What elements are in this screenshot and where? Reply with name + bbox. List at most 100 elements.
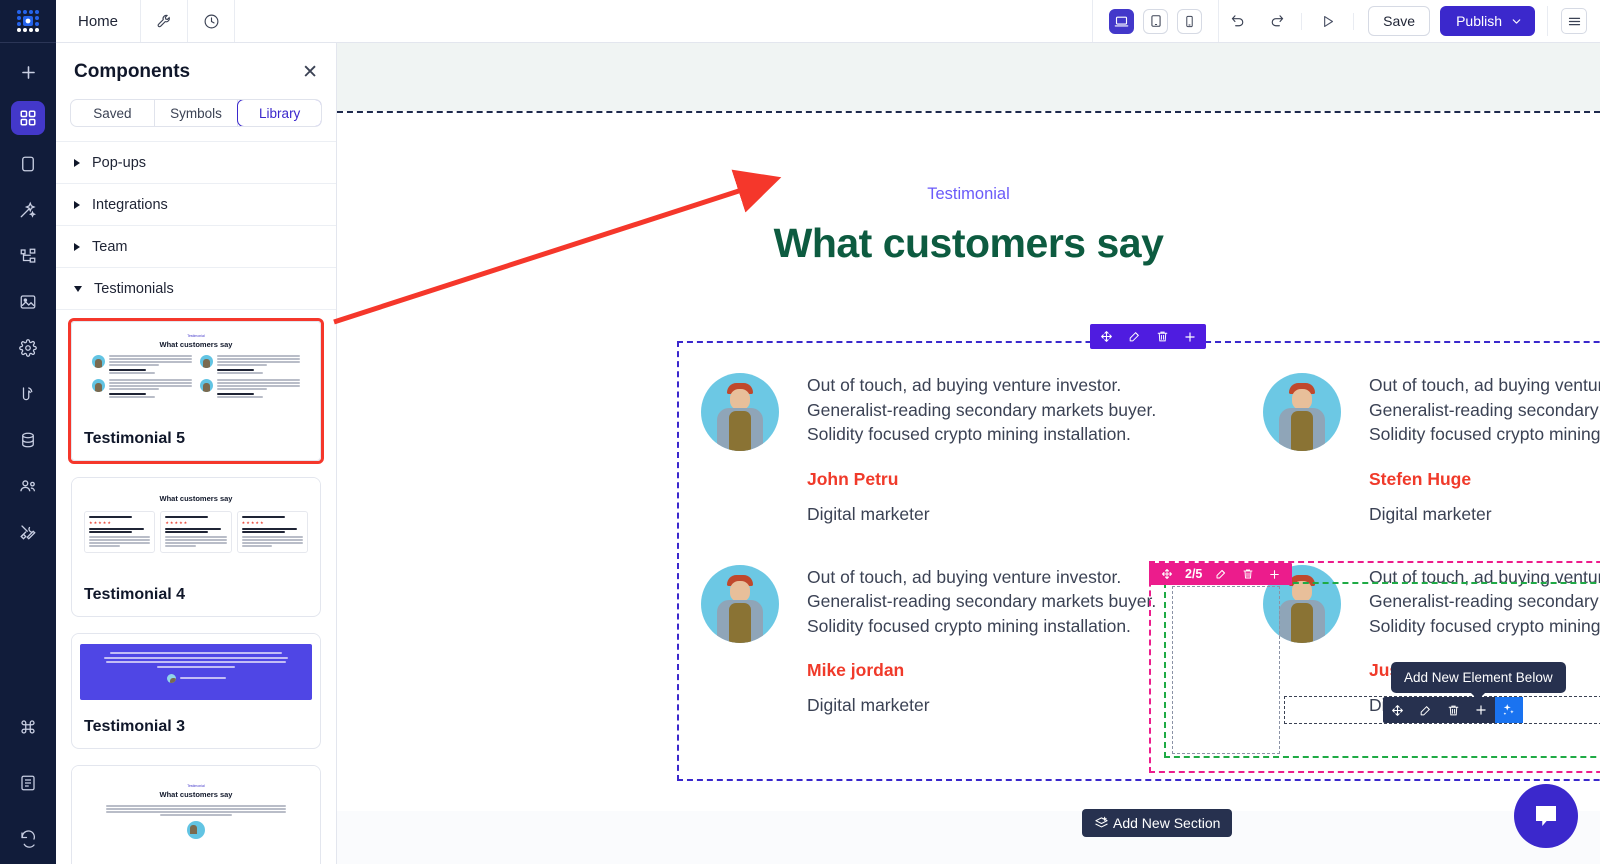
undo-icon[interactable] (1219, 13, 1257, 30)
category-testimonials[interactable]: Testimonials (56, 268, 336, 310)
category-label: Team (92, 238, 128, 255)
thumbnail-testimonial-2[interactable]: Testimonial What customers say Testimoni (68, 762, 324, 864)
clock-history-icon[interactable] (188, 0, 236, 42)
trash-icon[interactable] (1234, 563, 1261, 585)
chevron-right-icon (74, 200, 80, 209)
hamburger-menu-icon[interactable] (1548, 8, 1600, 34)
components-panel: Components ✕ Saved Symbols Library Pop-u… (56, 43, 337, 864)
rail-item-styles[interactable] (11, 193, 45, 227)
rail-item-docs[interactable] (11, 766, 45, 800)
block-counter: 2/5 (1185, 567, 1203, 581)
category-list: Pop-ups Integrations Team Testimonials (56, 141, 336, 310)
tab-saved[interactable]: Saved (71, 100, 155, 126)
rating-stars: ★★★★★ (241, 519, 265, 525)
tab-symbols[interactable]: Symbols (155, 100, 239, 126)
mini-tag: Testimonial (187, 784, 205, 788)
category-label: Testimonials (94, 280, 174, 297)
add-new-section-label: Add New Section (1113, 815, 1221, 831)
mini-item (200, 355, 300, 375)
category-pop-ups[interactable]: Pop-ups (56, 142, 336, 184)
chevron-right-icon (74, 158, 80, 167)
testimonial-quote: Out of touch, ad buying venture investor… (807, 566, 1157, 636)
rail-item-tools[interactable] (11, 515, 45, 549)
testimonial-quote: Out of touch, ad buying venture investor… (1369, 375, 1600, 444)
app-root: Home Save Publish Components ✕ Saved Sym… (0, 0, 1600, 864)
page-title: What customers say (773, 220, 1164, 266)
testimonial-card[interactable]: Out of touch, ad buying venture investor… (701, 551, 1183, 743)
rail-item-settings[interactable] (11, 331, 45, 365)
thumbnail-testimonial-5[interactable]: Testimonial What customers say Testimoni… (68, 318, 324, 464)
home-tab-label: Home (78, 12, 119, 30)
rail-item-layers[interactable] (11, 239, 45, 273)
tooltip: Add New Element Below (1391, 662, 1566, 700)
testimonial-name[interactable]: Stefen Huge (1369, 469, 1600, 490)
chat-bubble-icon[interactable] (1514, 784, 1578, 848)
thumbnail-card: Testimonial 3 (71, 633, 321, 749)
save-button[interactable]: Save (1368, 6, 1431, 36)
section-eyebrow: Testimonial (927, 185, 1010, 203)
chevron-down-icon (74, 285, 82, 292)
testimonial-role: Digital marketer (807, 695, 930, 715)
move-arrows-icon[interactable] (1383, 697, 1411, 723)
mini-card: ★★★★★ (84, 511, 156, 553)
mini-avatar (92, 379, 105, 392)
mini-avatar (187, 820, 205, 839)
thumbnail-list: Testimonial What customers say Testimoni… (56, 310, 336, 864)
device-desktop-button[interactable] (1109, 8, 1135, 34)
testimonial-name[interactable]: Mike jordan (807, 660, 1183, 681)
move-arrows-icon[interactable] (1153, 563, 1180, 585)
app-logo[interactable] (0, 0, 56, 43)
rail-item-media[interactable] (11, 285, 45, 319)
wrench-icon[interactable] (141, 0, 189, 42)
thumbnail-preview (72, 634, 320, 710)
thumbnail-label: Testimonial 5 (84, 430, 186, 447)
mini-avatar (200, 379, 213, 392)
category-label: Integrations (92, 196, 168, 213)
testimonial-name[interactable]: John Petru (807, 469, 1183, 490)
rail-item-pages[interactable] (11, 147, 45, 181)
mini-avatar (200, 355, 213, 368)
thumbnail-testimonial-4[interactable]: What customers say ★★★★★ ★★★★★ ★★★★★ Tes… (68, 474, 324, 620)
home-tab[interactable]: Home (56, 0, 142, 42)
mini-tag: Testimonial (187, 334, 205, 338)
testimonial-body: Out of touch, ad buying venture investor… (1369, 373, 1600, 525)
testimonial-card[interactable]: Out of touch, ad buying venture investor… (1263, 359, 1600, 551)
rail-item-users[interactable] (11, 469, 45, 503)
pencil-square-icon[interactable] (1411, 697, 1439, 723)
plus-icon[interactable] (1261, 563, 1288, 585)
pencil-square-icon[interactable] (1207, 563, 1234, 585)
device-mobile-button[interactable] (1177, 8, 1203, 34)
trash-icon[interactable] (1439, 697, 1467, 723)
close-icon[interactable]: ✕ (302, 63, 318, 82)
tab-library[interactable]: Library (237, 100, 321, 126)
rail-item-database[interactable] (11, 423, 45, 457)
layers-plus-icon (1095, 816, 1108, 827)
category-label: Pop-ups (92, 154, 147, 171)
redo-icon[interactable] (1257, 13, 1295, 30)
publish-button[interactable]: Publish (1440, 6, 1535, 36)
plus-icon[interactable] (1467, 697, 1495, 723)
mini-purple-banner (80, 644, 312, 700)
testimonial-card[interactable]: Out of touch, ad buying venture investor… (701, 359, 1183, 551)
preview-play-button[interactable] (1302, 12, 1355, 30)
category-integrations[interactable]: Integrations (56, 184, 336, 226)
chevron-down-icon (1512, 18, 1521, 24)
rail-item-add[interactable] (11, 55, 45, 89)
rail-item-integrations[interactable] (11, 377, 45, 411)
rail-icon-list (0, 43, 56, 549)
rail-bottom-list (0, 688, 56, 856)
mini-cards: ★★★★★ ★★★★★ ★★★★★ (72, 503, 320, 553)
rating-stars: ★★★★★ (89, 519, 112, 525)
add-new-section-button[interactable]: Add New Section (1082, 809, 1233, 837)
rail-item-components[interactable] (11, 101, 45, 135)
thumbnail-testimonial-3[interactable]: Testimonial 3 (68, 630, 324, 752)
avatar (701, 373, 779, 451)
canvas-top-band (337, 43, 1600, 111)
category-team[interactable]: Team (56, 226, 336, 268)
rail-item-history[interactable] (11, 822, 45, 856)
rail-item-shortcuts[interactable] (11, 710, 45, 744)
device-tablet-button[interactable] (1143, 8, 1169, 34)
sparkles-icon[interactable] (1495, 697, 1523, 723)
mini-card: ★★★★★ (236, 511, 308, 553)
